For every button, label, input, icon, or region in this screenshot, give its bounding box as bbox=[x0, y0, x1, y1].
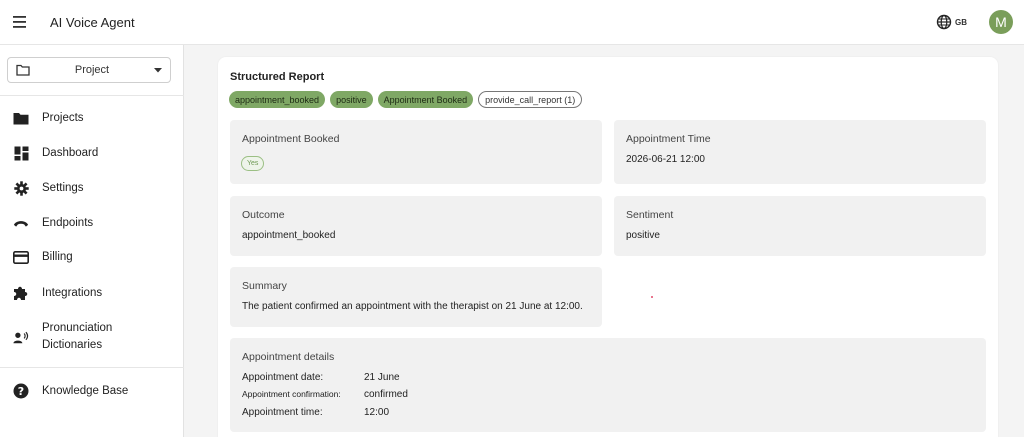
field-appointment-booked: Appointment Booked Yes bbox=[230, 120, 602, 184]
sidebar-item-label: Pronunciation Dictionaries bbox=[42, 322, 113, 351]
puzzle-icon bbox=[13, 285, 29, 301]
sidebar-item-projects[interactable]: Projects bbox=[0, 103, 184, 133]
sidebar-item-knowledge-base[interactable]: ? Knowledge Base bbox=[0, 376, 184, 406]
field-value: 2026-06-21 12:00 bbox=[626, 154, 705, 165]
sidebar-item-label: Dashboard bbox=[42, 146, 99, 159]
field-label: Outcome bbox=[242, 209, 285, 221]
sidebar-item-dashboard[interactable]: Dashboard bbox=[0, 138, 184, 168]
hamburger-icon bbox=[13, 16, 26, 28]
gear-icon bbox=[13, 180, 29, 196]
field-label: Summary bbox=[242, 280, 287, 292]
sidebar-item-integrations[interactable]: Integrations bbox=[0, 278, 184, 308]
sidebar-item-endpoints[interactable]: Endpoints bbox=[0, 208, 184, 238]
field-sentiment: Sentiment positive bbox=[614, 196, 986, 256]
phone-icon bbox=[13, 215, 29, 231]
details-row: Appointment confirmation: confirmed bbox=[242, 389, 408, 400]
details-value: 21 June bbox=[364, 372, 400, 383]
folder-icon bbox=[13, 110, 29, 126]
globe-icon bbox=[936, 14, 952, 30]
tag-appointment-booked-label[interactable]: Appointment Booked bbox=[377, 91, 474, 108]
project-selector-label: Project bbox=[74, 64, 110, 76]
help-icon: ? bbox=[13, 383, 29, 399]
sidebar-item-label: Settings bbox=[42, 181, 84, 194]
app-title: AI Voice Agent bbox=[50, 14, 135, 30]
avatar[interactable]: M bbox=[989, 10, 1013, 34]
divider bbox=[0, 95, 184, 96]
report-title: Structured Report bbox=[230, 71, 325, 83]
main-content: Structured Report appointment_booked pos… bbox=[185, 45, 1024, 437]
folder-outline-icon bbox=[16, 64, 30, 76]
field-label: Appointment Booked bbox=[242, 133, 340, 145]
sidebar-item-settings[interactable]: Settings bbox=[0, 173, 184, 203]
caret-down-icon bbox=[154, 67, 162, 72]
field-label: Sentiment bbox=[626, 209, 674, 221]
structured-report-card: Structured Report appointment_booked pos… bbox=[218, 57, 998, 437]
speaker-icon bbox=[13, 329, 29, 345]
divider bbox=[0, 367, 184, 368]
top-bar: AI Voice Agent GB M bbox=[0, 0, 1024, 45]
sidebar-item-billing[interactable]: Billing bbox=[0, 242, 184, 272]
details-value: 12:00 bbox=[364, 407, 390, 418]
details-key: Appointment time: bbox=[242, 407, 323, 418]
sidebar-item-pronunciation-dictionaries[interactable]: Pronunciation Dictionaries bbox=[0, 317, 184, 357]
details-row: Appointment date: 21 June bbox=[242, 372, 400, 383]
sidebar-item-label: Integrations bbox=[42, 286, 103, 299]
project-selector[interactable]: Project bbox=[7, 57, 171, 83]
field-appointment-time: Appointment Time 2026-06-21 12:00 bbox=[614, 120, 986, 184]
field-value: The patient confirmed an appointment wit… bbox=[242, 301, 583, 312]
sidebar-item-label: Projects bbox=[42, 111, 84, 124]
report-tags: appointment_booked positive Appointment … bbox=[229, 91, 583, 108]
field-summary: Summary The patient confirmed an appoint… bbox=[230, 267, 602, 327]
field-label: Appointment details bbox=[242, 351, 335, 363]
sidebar: Project Projects Dashboard Settings Endp… bbox=[0, 45, 184, 437]
details-value: confirmed bbox=[364, 389, 408, 400]
field-appointment-details: Appointment details Appointment date: 21… bbox=[230, 338, 986, 432]
language-label: GB bbox=[955, 17, 967, 27]
decorative-dot bbox=[651, 296, 653, 298]
svg-text:?: ? bbox=[18, 385, 24, 398]
language-selector[interactable]: GB bbox=[936, 14, 967, 30]
field-value: positive bbox=[626, 230, 660, 241]
yes-chip: Yes bbox=[241, 156, 265, 171]
details-key: Appointment date: bbox=[242, 372, 324, 383]
details-row: Appointment time: 12:00 bbox=[242, 407, 389, 418]
field-label: Appointment Time bbox=[626, 133, 711, 145]
credit-card-icon bbox=[13, 249, 29, 265]
menu-button[interactable] bbox=[0, 0, 38, 45]
sidebar-item-label: Endpoints bbox=[42, 216, 94, 229]
dashboard-icon bbox=[13, 145, 29, 161]
field-outcome: Outcome appointment_booked bbox=[230, 196, 602, 256]
sidebar-item-label: Knowledge Base bbox=[42, 384, 129, 397]
details-key: Appointment confirmation: bbox=[242, 389, 341, 399]
field-value: appointment_booked bbox=[242, 230, 336, 241]
tag-provide-call-report[interactable]: provide_call_report (1) bbox=[478, 91, 583, 108]
tag-positive[interactable]: positive bbox=[330, 91, 373, 108]
sidebar-item-label: Billing bbox=[42, 250, 73, 263]
tag-appointment-booked[interactable]: appointment_booked bbox=[229, 91, 326, 108]
